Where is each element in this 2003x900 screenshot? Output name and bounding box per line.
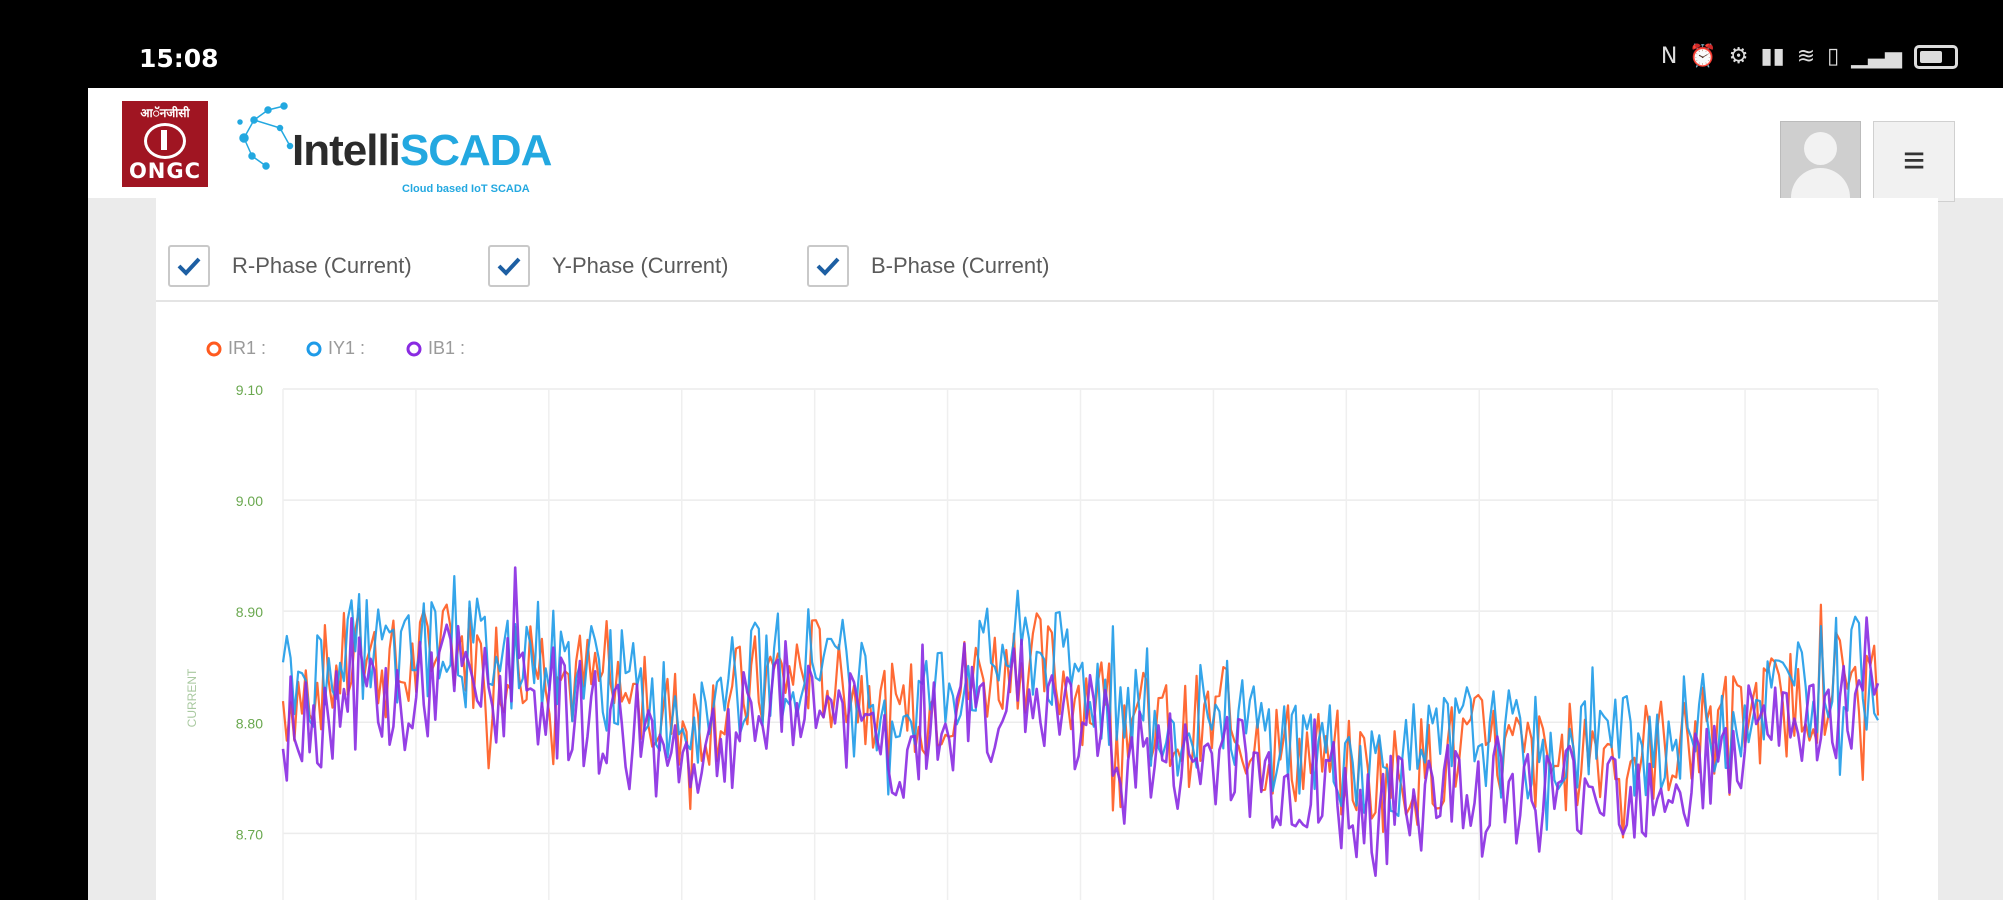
current-chart: 9.10 9.00 8.90 8.80 8.70 CURRENT IR1 : IY1 : IB1… <box>156 303 1938 900</box>
legend-label: IR1 : <box>228 338 266 358</box>
check-icon <box>816 257 840 276</box>
signal-strength-icon: ▁▃▅ <box>1851 44 1902 69</box>
y-tick-label: 8.80 <box>236 715 263 731</box>
battery-icon <box>1914 44 1958 69</box>
header: आॅनजीसी ONGC IntelliSCADA Cloud based Io… <box>88 88 2003 202</box>
y-tick-label: 8.70 <box>236 826 263 842</box>
b-phase-checkbox[interactable]: B-Phase (Current) <box>807 245 1050 287</box>
intelliscada-name: IntelliSCADA <box>292 126 552 176</box>
app-window: आॅनजीसी ONGC IntelliSCADA Cloud based Io… <box>88 88 2003 900</box>
current-chart-svg: 9.10 9.00 8.90 8.80 8.70 CURRENT IR1 : IY1 : IB1… <box>185 338 1880 900</box>
r-phase-checkbox[interactable]: R-Phase (Current) <box>168 245 412 287</box>
checkbox-box[interactable] <box>168 245 210 287</box>
avatar-head <box>1804 132 1837 165</box>
status-time: 15:08 <box>139 44 219 73</box>
y-axis-label: CURRENT <box>185 668 199 727</box>
user-avatar[interactable] <box>1780 121 1861 202</box>
r-phase-label: R-Phase (Current) <box>232 253 412 278</box>
y-phase-label: Y-Phase (Current) <box>552 253 729 278</box>
sim-icon: ▯ <box>1827 44 1840 69</box>
menu-button[interactable]: ≡ <box>1873 121 1955 202</box>
legend-label: IB1 : <box>428 338 465 358</box>
check-icon <box>497 257 521 276</box>
intelliscada-tagline: Cloud based IoT SCADA <box>402 183 530 195</box>
nfc-icon: N <box>1660 44 1678 69</box>
hamburger-icon: ≡ <box>1902 140 1926 182</box>
y-tick-label: 9.00 <box>236 493 263 509</box>
y-tick-label: 9.10 <box>236 382 263 398</box>
intelliscada-name-accent: SCADA <box>399 126 552 175</box>
ongc-logo-top-text: आॅनजीसी <box>140 106 190 120</box>
y-phase-checkbox[interactable]: Y-Phase (Current) <box>488 245 728 287</box>
phase-filters: R-Phase (Current) Y-Phase (Current) B-Ph… <box>156 198 1938 302</box>
alarm-icon: ⏰ <box>1689 44 1717 69</box>
wifi-icon: ≋ <box>1796 44 1816 69</box>
ongc-logo[interactable]: आॅनजीसी ONGC <box>122 101 208 187</box>
ongc-emblem-icon <box>144 123 186 159</box>
check-icon <box>177 257 201 276</box>
b-phase-label: B-Phase (Current) <box>871 253 1050 278</box>
legend-marker <box>206 341 222 357</box>
legend-marker <box>306 341 322 357</box>
avatar-body <box>1791 168 1850 201</box>
intelliscada-name-dark: Intelli <box>292 126 401 175</box>
chart-panel: R-Phase (Current) Y-Phase (Current) B-Ph… <box>156 198 1938 900</box>
intelliscada-logo[interactable]: IntelliSCADA Cloud based IoT SCADA <box>232 98 652 195</box>
settings-icon: ⚙ <box>1728 44 1749 69</box>
ongc-logo-text: ONGC <box>128 159 202 183</box>
y-tick-label: 8.90 <box>236 604 263 620</box>
checkbox-box[interactable] <box>488 245 530 287</box>
status-icons: N ⏰ ⚙ ▮▮ ≋ ▯ ▁▃▅ <box>1661 44 1958 69</box>
legend-marker <box>406 341 422 357</box>
checkbox-box[interactable] <box>807 245 849 287</box>
signal-icon: ▮▮ <box>1760 44 1785 69</box>
status-bar: 15:08 N ⏰ ⚙ ▮▮ ≋ ▯ ▁▃▅ <box>0 0 2003 88</box>
legend-label: IY1 : <box>328 338 365 358</box>
